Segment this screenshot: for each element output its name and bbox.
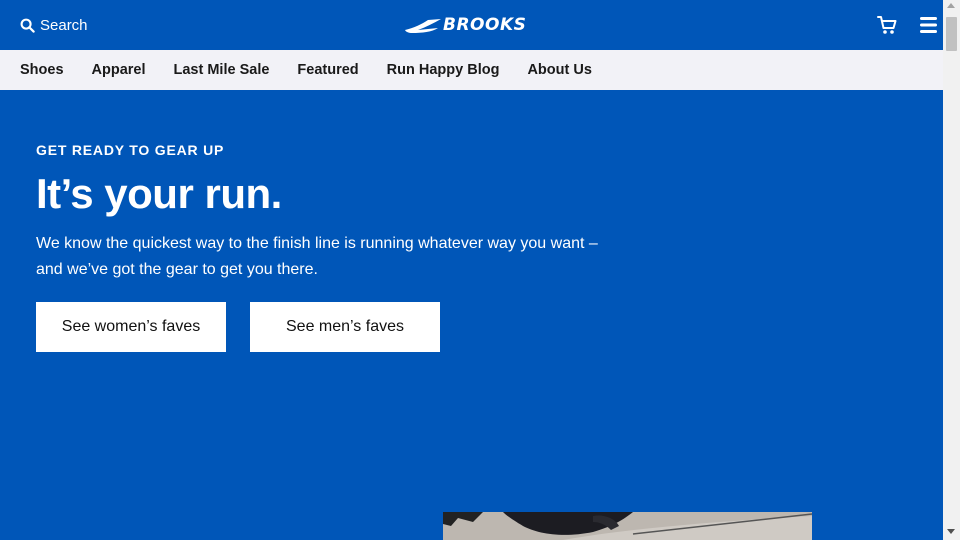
search-button[interactable]: Search	[20, 15, 88, 35]
brooks-chevron-logo-icon	[405, 19, 441, 33]
nav-item-shoes[interactable]: Shoes	[20, 62, 64, 78]
scroll-thumb[interactable]	[946, 17, 957, 51]
hamburger-menu-icon[interactable]	[918, 15, 940, 35]
cart-icon[interactable]	[876, 14, 898, 36]
page-scrollbar[interactable]	[943, 0, 960, 540]
scroll-down-arrow-icon[interactable]	[947, 529, 955, 534]
hero-eyebrow: GET READY TO GEAR UP	[36, 142, 225, 158]
logo-wordmark: BROOKS	[443, 15, 527, 35]
nav-item-run-happy-blog[interactable]: Run Happy Blog	[387, 62, 500, 78]
nav-item-featured[interactable]: Featured	[297, 62, 358, 78]
runner-photo-shapes	[443, 512, 812, 540]
nav-item-last-mile-sale[interactable]: Last Mile Sale	[174, 62, 270, 78]
nav-item-about-us[interactable]: About Us	[527, 62, 591, 78]
top-header: Search BROOKS	[0, 0, 943, 50]
search-icon	[20, 18, 35, 33]
see-mens-faves-button[interactable]: See men’s faves	[250, 302, 440, 352]
scroll-up-arrow-icon[interactable]	[947, 3, 955, 8]
brooks-logo[interactable]: BROOKS	[404, 14, 528, 36]
hero-body: We know the quickest way to the finish l…	[36, 235, 598, 278]
search-label: Search	[40, 16, 88, 34]
hero-runner-image	[443, 512, 812, 540]
nav-item-apparel[interactable]: Apparel	[92, 62, 146, 78]
hero-headline: It’s your run.	[36, 170, 282, 217]
main-navigation: Shoes Apparel Last Mile Sale Featured Ru…	[0, 50, 943, 90]
hero-banner: GET READY TO GEAR UP It’s your run. We k…	[0, 90, 943, 540]
see-womens-faves-button[interactable]: See women’s faves	[36, 302, 226, 352]
